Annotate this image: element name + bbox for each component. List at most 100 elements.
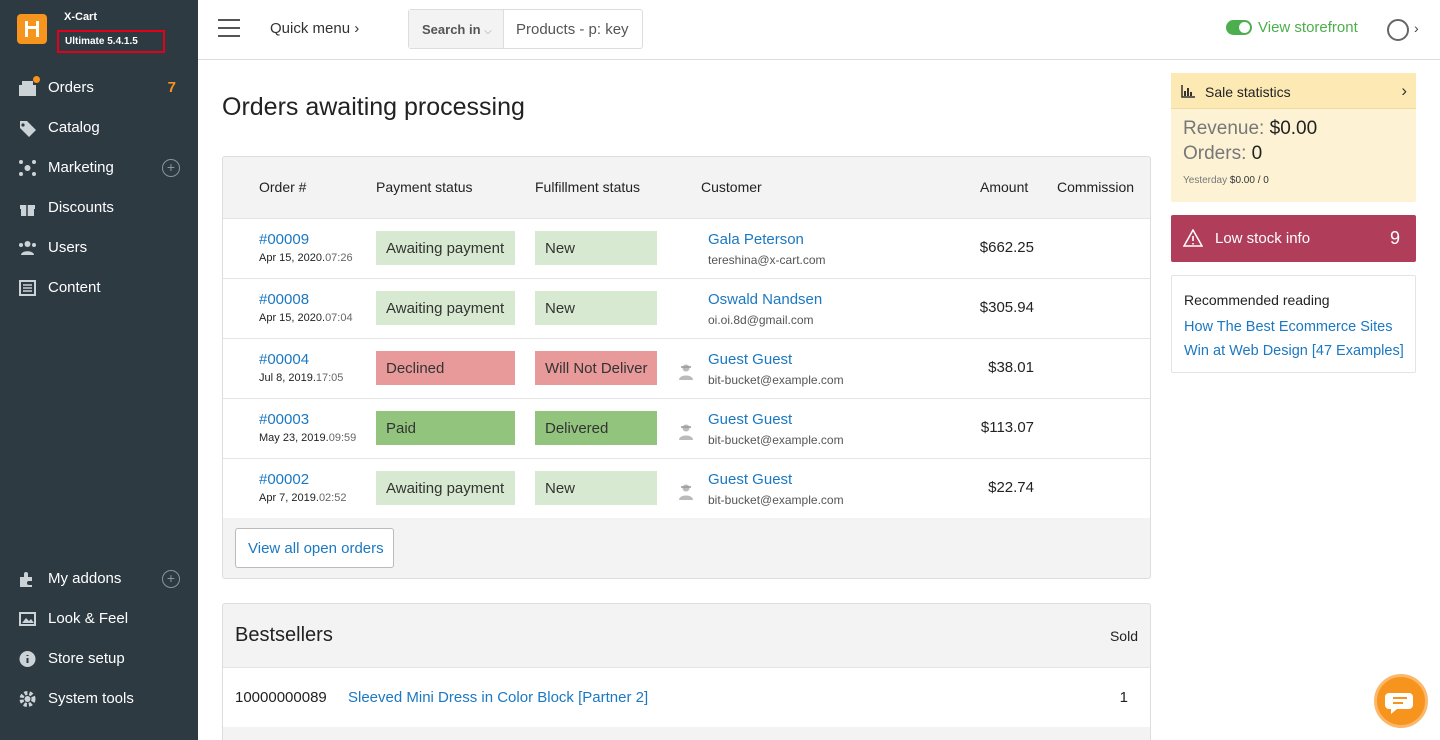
fulfillment-status-badge[interactable]: Will Not Deliver	[535, 351, 657, 385]
column-header: Commission	[1057, 179, 1135, 195]
sidebar-item-store-setup[interactable]: Store setup	[0, 639, 198, 679]
sidebar-item-users[interactable]: Users	[0, 228, 198, 268]
add-icon[interactable]: +	[162, 159, 180, 177]
quick-menu-button[interactable]: Quick menu ›	[270, 20, 359, 37]
fulfillment-status-badge[interactable]: New	[535, 471, 657, 505]
table-row: 10000000089 Sleeved Mini Dress in Color …	[223, 667, 1150, 727]
sold-count: 1	[1119, 689, 1128, 706]
table-row: #00004 Jul 8, 2019.17:05 Declined Will N…	[223, 338, 1150, 398]
product-name-link[interactable]: Sleeved Mini Dress in Color Block [Partn…	[348, 689, 648, 706]
orders-stat: Orders: 0	[1183, 143, 1262, 165]
xcart-logo-icon[interactable]	[17, 14, 47, 44]
payment-status-badge[interactable]: Awaiting payment	[376, 471, 515, 505]
customer-name-link[interactable]: Gala Peterson	[708, 231, 804, 248]
order-amount: $113.07	[980, 419, 1034, 436]
column-header: Order #	[259, 179, 307, 195]
order-number-link[interactable]: #00003	[259, 411, 309, 428]
table-row: #00003 May 23, 2019.09:59 Paid Delivered…	[223, 398, 1150, 458]
fulfillment-status-badge[interactable]: New	[535, 291, 657, 325]
order-date-time: 02:52	[318, 492, 347, 504]
sidebar-item-label: Discounts	[48, 199, 114, 216]
guest-user-icon	[679, 424, 693, 440]
sidebar-item-orders[interactable]: Orders 7	[0, 68, 198, 108]
low-stock-widget[interactable]: Low stock info 9	[1171, 215, 1416, 262]
sidebar-item-content[interactable]: Content	[0, 268, 198, 308]
sale-statistics-header[interactable]: Sale statistics ›	[1171, 73, 1416, 109]
view-storefront-label: View storefront	[1258, 19, 1358, 36]
version-label: Ultimate 5.4.1.5	[57, 30, 165, 53]
chevron-right-icon[interactable]: ›	[1401, 81, 1407, 101]
chevron-right-icon[interactable]: ›	[1414, 20, 1419, 36]
order-date: Apr 7, 2019.02:52	[259, 492, 346, 504]
sidebar-item-label: My addons	[48, 570, 122, 587]
storefront-toggle[interactable]	[1226, 20, 1252, 35]
view-storefront-link[interactable]: View storefront	[1226, 19, 1358, 36]
order-amount: $22.74	[988, 479, 1034, 496]
notification-dot	[33, 76, 40, 83]
guest-user-icon	[679, 364, 693, 380]
sidebar-item-label: Users	[48, 239, 88, 256]
order-date: Jul 8, 2019.17:05	[259, 372, 343, 384]
revenue-stat: Revenue: $0.00	[1183, 118, 1317, 140]
sidebar-item-label: Orders	[48, 79, 94, 96]
customer-name-link[interactable]: Guest Guest	[708, 351, 792, 368]
yesterday-value: $0.00 / 0	[1229, 175, 1269, 186]
order-number-link[interactable]: #00008	[259, 291, 309, 308]
sidebar-item-discounts[interactable]: Discounts	[0, 188, 198, 228]
product-sku: 10000000089	[235, 689, 327, 706]
table-row: #00009 Apr 15, 2020.07:26 Awaiting payme…	[223, 218, 1150, 278]
view-all-orders-button[interactable]: View all open orders	[235, 528, 394, 568]
column-header: Payment status	[376, 179, 473, 195]
sidebar-item-label: Marketing	[48, 159, 114, 176]
menu-icon[interactable]	[218, 19, 240, 37]
sidebar-item-marketing[interactable]: Marketing +	[0, 148, 198, 188]
user-avatar-icon[interactable]	[1387, 19, 1409, 41]
customer-email: tereshina@x-cart.com	[708, 253, 826, 267]
column-header: Customer	[701, 179, 762, 195]
search-scope-select[interactable]: Search in ⌵	[409, 10, 504, 48]
fulfillment-status-badge[interactable]: New	[535, 231, 657, 265]
order-amount: $662.25	[979, 239, 1034, 256]
yesterday-label: Yesterday	[1183, 175, 1228, 186]
bar-chart-icon	[1181, 85, 1195, 98]
sidebar-item-label: Content	[48, 279, 101, 296]
sale-statistics-title: Sale statistics	[1205, 84, 1291, 100]
order-date-time: 17:05	[315, 372, 344, 384]
image-icon	[19, 612, 36, 626]
chevron-right-icon: ›	[354, 20, 360, 37]
revenue-label: Revenue:	[1183, 118, 1265, 139]
sidebar-item-system-tools[interactable]: System tools	[0, 679, 198, 719]
sidebar-item-catalog[interactable]: Catalog	[0, 108, 198, 148]
customer-name-link[interactable]: Oswald Nandsen	[708, 291, 822, 308]
page-title: Orders awaiting processing	[222, 93, 525, 121]
order-number-link[interactable]: #00009	[259, 231, 309, 248]
payment-status-badge[interactable]: Awaiting payment	[376, 231, 515, 265]
gear-icon	[19, 691, 36, 707]
sold-column-header: Sold	[1109, 628, 1138, 644]
chat-support-button[interactable]	[1374, 674, 1428, 728]
order-date: Apr 15, 2020.07:26	[259, 252, 353, 264]
recommended-reading-link[interactable]: How The Best Ecommerce Sites Win at Web …	[1184, 315, 1414, 363]
sidebar-item-my-addons[interactable]: My addons +	[0, 559, 198, 599]
content-icon	[19, 280, 36, 296]
order-date-day: Jul 8, 2019.	[259, 372, 316, 384]
fulfillment-status-badge[interactable]: Delivered	[535, 411, 657, 445]
search-input[interactable]: Products - p: key	[504, 10, 642, 48]
customer-name-link[interactable]: Guest Guest	[708, 471, 792, 488]
order-date: May 23, 2019.09:59	[259, 432, 356, 444]
brand-name: X-Cart	[64, 11, 98, 23]
order-number-link[interactable]: #00004	[259, 351, 309, 368]
payment-status-badge[interactable]: Declined	[376, 351, 515, 385]
sidebar-item-look-feel[interactable]: Look & Feel	[0, 599, 198, 639]
order-number-link[interactable]: #00002	[259, 471, 309, 488]
payment-status-badge[interactable]: Paid	[376, 411, 515, 445]
payment-status-badge[interactable]: Awaiting payment	[376, 291, 515, 325]
tag-icon	[19, 121, 36, 137]
warning-icon	[1183, 229, 1203, 247]
add-icon[interactable]: +	[162, 570, 180, 588]
yesterday-stat: Yesterday $0.00 / 0	[1183, 175, 1269, 186]
order-amount: $305.94	[979, 299, 1034, 316]
guest-user-icon	[679, 484, 693, 500]
customer-name-link[interactable]: Guest Guest	[708, 411, 792, 428]
orders-label: Orders:	[1183, 143, 1247, 164]
